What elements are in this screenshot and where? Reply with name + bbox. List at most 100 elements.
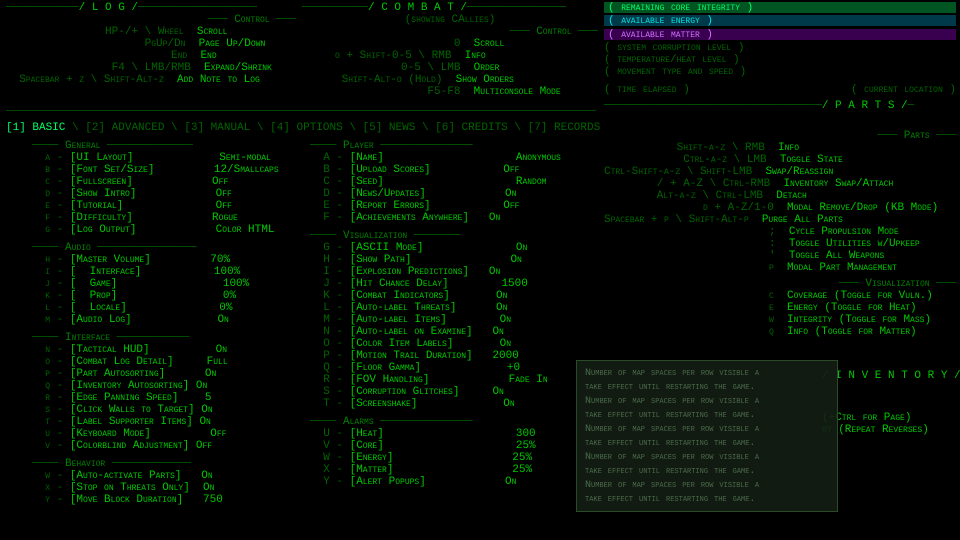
- option-row[interactable]: c - [Fullscreen] Off: [32, 176, 228, 188]
- options-column-1: ──── General ───────────── a - [UI Layou…: [32, 140, 302, 506]
- option-row[interactable]: P - [Motion Trail Duration] 2000: [310, 350, 519, 362]
- option-row[interactable]: H - [Show Path] On: [310, 254, 522, 266]
- status-line: ( movement type and speed ): [604, 66, 956, 78]
- status-line: ( system corruption level ): [604, 42, 956, 54]
- option-row[interactable]: N - [Auto-label on Examine] On: [310, 326, 504, 338]
- option-row[interactable]: G - [ASCII Mode] On: [310, 242, 527, 254]
- option-row[interactable]: X - [Matter] 25%: [310, 464, 532, 476]
- option-row[interactable]: O - [Color Item Labels] On: [310, 338, 511, 350]
- parts-control-row: Shift-a-z \ RMB Info: [604, 142, 956, 154]
- parts-control-row: ; Cycle Propulsion Mode: [604, 226, 956, 238]
- section-header: ──── Audio ───────────────: [32, 242, 302, 254]
- parts-control-row: / + A-Z \ Ctrl-RMB Inventory Swap/Attach: [604, 178, 956, 190]
- parts-viz-row: w Integrity (Toggle for Mass): [604, 314, 956, 326]
- section-header: ──── Player ──────────────: [310, 140, 580, 152]
- option-row[interactable]: u - [Keyboard Mode] Off: [32, 428, 226, 440]
- option-row[interactable]: r - [Edge Panning Speed] 5: [32, 392, 211, 404]
- option-row[interactable]: B - [Upload Scores] Off: [310, 164, 519, 176]
- tab-advanced[interactable]: [2] ADVANCED: [85, 122, 164, 134]
- option-row[interactable]: p - [Part Autosorting] On: [32, 368, 216, 380]
- inventory-panel: / I N V E N T O R Y /─ (+Ctrl for Page) …: [822, 370, 957, 436]
- tooltip-box: Number of map spaces per row visible a t…: [576, 360, 838, 512]
- tab-credits[interactable]: [6] CREDITS: [435, 122, 508, 134]
- section-header: ──── Visualization ───────: [310, 230, 580, 242]
- parts-control-row: : Toggle Utilities w/Upkeep: [604, 238, 956, 250]
- option-row[interactable]: C - [Seed] Random: [310, 176, 546, 188]
- tab-basic[interactable]: [1] BASIC: [6, 122, 65, 134]
- option-row[interactable]: t - [Label Supporter Items] On: [32, 416, 211, 428]
- option-row[interactable]: j - [ Game] 100%: [32, 278, 249, 290]
- parts-viz-row: e Energy (Toggle for Heat): [604, 302, 956, 314]
- log-control-row: PgUp/Dn Page Up/Down: [6, 38, 296, 50]
- tab-manual[interactable]: [3] MANUAL: [184, 122, 250, 134]
- option-row[interactable]: w - [Auto-activate Parts] On: [32, 470, 213, 482]
- option-row[interactable]: K - [Combat Indicators] On: [310, 290, 507, 302]
- log-control-row: F4 \ LMB/RMB Expand/Shrink: [6, 62, 296, 74]
- option-row[interactable]: k - [ Prop] 0%: [32, 290, 236, 302]
- tab-news[interactable]: [5] NEWS: [363, 122, 416, 134]
- option-row[interactable]: D - [News/Updates] On: [310, 188, 516, 200]
- tab-options[interactable]: [4] OPTIONS: [270, 122, 343, 134]
- parts-panel: ─── Parts ─── Shift-a-z \ RMB Info Ctrl-…: [604, 130, 956, 338]
- option-row[interactable]: R - [FOV Handling] Fade In: [310, 374, 548, 386]
- option-row[interactable]: I - [Explosion Predictions] On: [310, 266, 500, 278]
- parts-control-row: d + A-Z/1-0 Modal Remove/Drop (KB Mode): [604, 202, 956, 214]
- parts-control-row: p Modal Part Management: [604, 262, 956, 274]
- combat-control-row: o + Shift-0-5 \ RMB Info: [302, 50, 598, 62]
- option-row[interactable]: o - [Combat Log Detail] Full: [32, 356, 228, 368]
- option-row[interactable]: s - [Click Walls to Target] On: [32, 404, 213, 416]
- option-row[interactable]: M - [Auto-label Items] On: [310, 314, 511, 326]
- option-row[interactable]: W - [Energy] 25%: [310, 452, 532, 464]
- option-row[interactable]: U - [Heat] 300: [310, 428, 536, 440]
- option-row[interactable]: e - [Tutorial] Off: [32, 200, 232, 212]
- option-row[interactable]: L - [Auto-label Threats] On: [310, 302, 507, 314]
- parts-viz-row: c Coverage (Toggle for Vuln.): [604, 290, 956, 302]
- option-row[interactable]: x - [Stop on Threats Only] On: [32, 482, 214, 494]
- status-panel: ( remaining core integrity ) ( available …: [604, 2, 956, 112]
- option-row[interactable]: l - [ Locale] 0%: [32, 302, 232, 314]
- combat-control-row: Shift-Alt-o (Hold) Show Orders: [302, 74, 598, 86]
- log-control-row: Spacebar + z \ Shift-Alt-z Add Note to L…: [6, 74, 296, 86]
- combat-title-bar: ──────────/ C O M B A T /───────────────: [302, 2, 598, 14]
- option-row[interactable]: b - [Font Set/Size] 12/Smallcaps: [32, 164, 279, 176]
- section-header: ──── Alarms ──────────────: [310, 416, 580, 428]
- option-row[interactable]: h - [Master Volume] 70%: [32, 254, 230, 266]
- option-row[interactable]: a - [UI Layout] Semi-modal: [32, 152, 271, 164]
- combat-control-row: 0-5 \ LMB Order: [302, 62, 598, 74]
- option-row[interactable]: i - [ Interface] 100%: [32, 266, 240, 278]
- option-row[interactable]: S - [Corruption Glitches] On: [310, 386, 504, 398]
- tab-records[interactable]: [7] RECORDS: [528, 122, 601, 134]
- option-row[interactable]: g - [Log Output] Color HTML: [32, 224, 274, 236]
- section-header: ──── Interface ───────────: [32, 332, 302, 344]
- parts-control-row: Ctrl-Shift-a-z \ Shift-LMB Swap/Reassign: [604, 166, 956, 178]
- tab-bar: [1] BASIC \ [2] ADVANCED \ [3] MANUAL \ …: [6, 122, 600, 134]
- combat-panel: ──────────/ C O M B A T /───────────────…: [302, 2, 598, 98]
- option-row[interactable]: F - [Achievements Anywhere] On: [310, 212, 500, 224]
- status-bar: ( available matter ): [604, 29, 956, 41]
- parts-control-row: Ctrl-a-z \ LMB Toggle State: [604, 154, 956, 166]
- option-row[interactable]: E - [Report Errors] Off: [310, 200, 519, 212]
- parts-control-row: ' Toggle All Weapons: [604, 250, 956, 262]
- option-row[interactable]: Q - [Floor Gamma] +0: [310, 362, 520, 374]
- option-row[interactable]: f - [Difficulty] Rogue: [32, 212, 238, 224]
- combat-control-row: 0 Scroll: [302, 38, 598, 50]
- option-row[interactable]: q - [Inventory Autosorting] On: [32, 380, 207, 392]
- option-row[interactable]: y - [Move Block Duration] 750: [32, 494, 223, 506]
- log-panel: ───────────/ L O G /────────────────── ─…: [6, 2, 296, 86]
- option-row[interactable]: m - [Audio Log] On: [32, 314, 229, 326]
- log-title-bar: ───────────/ L O G /──────────────────: [6, 2, 296, 14]
- section-header: ──── General ─────────────: [32, 140, 302, 152]
- option-row[interactable]: v - [Colorblind Adjustment] Off: [32, 440, 212, 452]
- status-line: ( temperature/heat level ): [604, 54, 956, 66]
- divider-horizontal: [6, 110, 596, 111]
- option-row[interactable]: n - [Tactical HUD] On: [32, 344, 227, 356]
- option-row[interactable]: J - [Hit Chance Delay] 1500: [310, 278, 528, 290]
- option-row[interactable]: V - [Core] 25%: [310, 440, 536, 452]
- option-row[interactable]: T - [Screenshake] On: [310, 398, 515, 410]
- option-row[interactable]: A - [Name] Anonymous: [310, 152, 561, 164]
- option-row[interactable]: d - [Show Intro] Off: [32, 188, 232, 200]
- status-bar: ( remaining core integrity ): [604, 2, 956, 14]
- log-control-row: End End: [6, 50, 296, 62]
- option-row[interactable]: Y - [Alert Popups] On: [310, 476, 516, 488]
- parts-viz-row: q Info (Toggle for Matter): [604, 326, 956, 338]
